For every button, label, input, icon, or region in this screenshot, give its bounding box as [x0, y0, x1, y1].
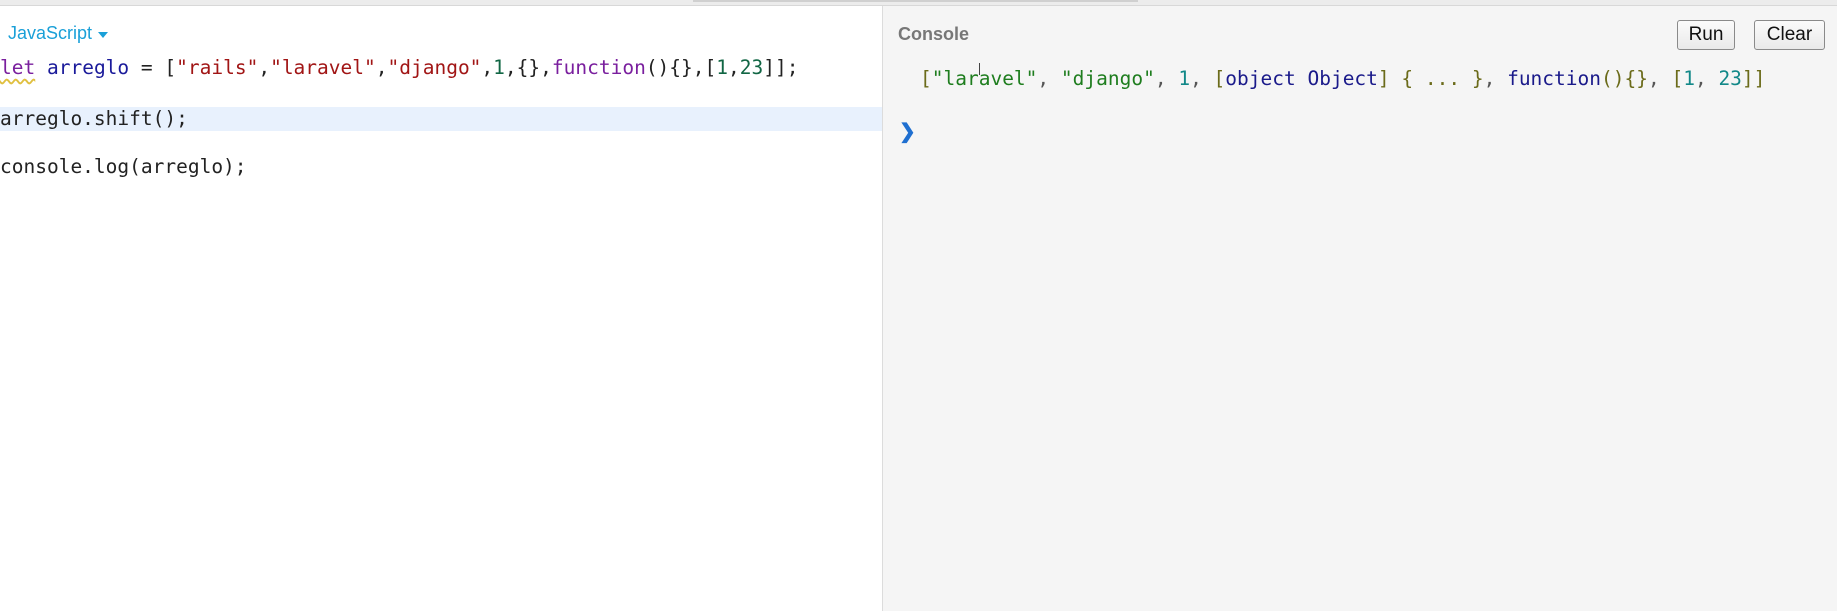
- token-punctuation: ,: [375, 56, 388, 79]
- token-string: "laravel": [270, 56, 376, 79]
- output-string: "laravel": [931, 67, 1038, 90]
- console-panel: Console Run Clear ["laravel", "django", …: [883, 6, 1837, 611]
- token-punctuation: (){},[: [645, 56, 717, 79]
- token-punctuation: ,: [258, 56, 271, 79]
- bracket: [: [1671, 67, 1684, 90]
- separator: ,: [1483, 67, 1508, 90]
- output-number: 1: [1178, 67, 1191, 90]
- chevron-down-icon: [98, 31, 109, 38]
- token-punctuation: ,{},: [504, 56, 552, 79]
- output-function: function: [1507, 67, 1601, 90]
- output-number: 23: [1718, 67, 1742, 90]
- token-number: 1: [493, 56, 505, 79]
- code-line-1[interactable]: let arreglo = ["rails","laravel","django…: [0, 56, 882, 80]
- token-number: 23: [739, 56, 764, 79]
- token-punctuation: ,: [481, 56, 494, 79]
- clear-button[interactable]: Clear: [1754, 20, 1825, 50]
- language-label: JavaScript: [8, 23, 93, 43]
- bracket: ]: [1753, 67, 1766, 90]
- text-cursor-icon: [979, 63, 982, 75]
- scroll-indicator: [693, 0, 1138, 2]
- console-title: Console: [898, 24, 970, 44]
- language-dropdown[interactable]: JavaScript: [8, 23, 109, 44]
- token-punctuation: ]];: [763, 56, 799, 79]
- separator: ,: [1154, 67, 1179, 90]
- token-number: 1: [716, 56, 729, 79]
- token-keyword: let: [0, 56, 36, 79]
- bracket: [: [920, 67, 932, 90]
- output-function-body: (){}: [1601, 67, 1648, 90]
- token-punctuation: = [: [129, 56, 177, 79]
- token-keyword: function: [551, 56, 646, 79]
- bracket: ]: [1741, 67, 1754, 90]
- console-prompt-icon[interactable]: ❯: [899, 119, 916, 144]
- bracket: [: [1213, 67, 1226, 90]
- output-object-body: { ... }: [1389, 67, 1484, 90]
- token-string: "django": [387, 56, 482, 79]
- code-line-2[interactable]: arreglo.shift();: [0, 107, 882, 131]
- output-string: "django": [1060, 67, 1155, 90]
- separator: ,: [1037, 67, 1061, 90]
- run-button[interactable]: Run: [1677, 20, 1735, 50]
- separator: ,: [1694, 67, 1719, 90]
- bracket: ]: [1377, 67, 1390, 90]
- code-line-3[interactable]: console.log(arreglo);: [0, 155, 882, 179]
- code-editor-panel[interactable]: JavaScript let arreglo = ["rails","larav…: [0, 6, 883, 611]
- console-output-line: ["laravel", "django", 1, [object Object]…: [920, 67, 1765, 91]
- output-number: 1: [1683, 67, 1695, 90]
- token-punctuation: ,: [728, 56, 740, 79]
- separator: ,: [1190, 67, 1214, 90]
- separator: ,: [1647, 67, 1672, 90]
- output-object: object Object: [1225, 67, 1378, 90]
- token-variable: arreglo: [46, 56, 130, 79]
- token-string: "rails": [176, 56, 259, 79]
